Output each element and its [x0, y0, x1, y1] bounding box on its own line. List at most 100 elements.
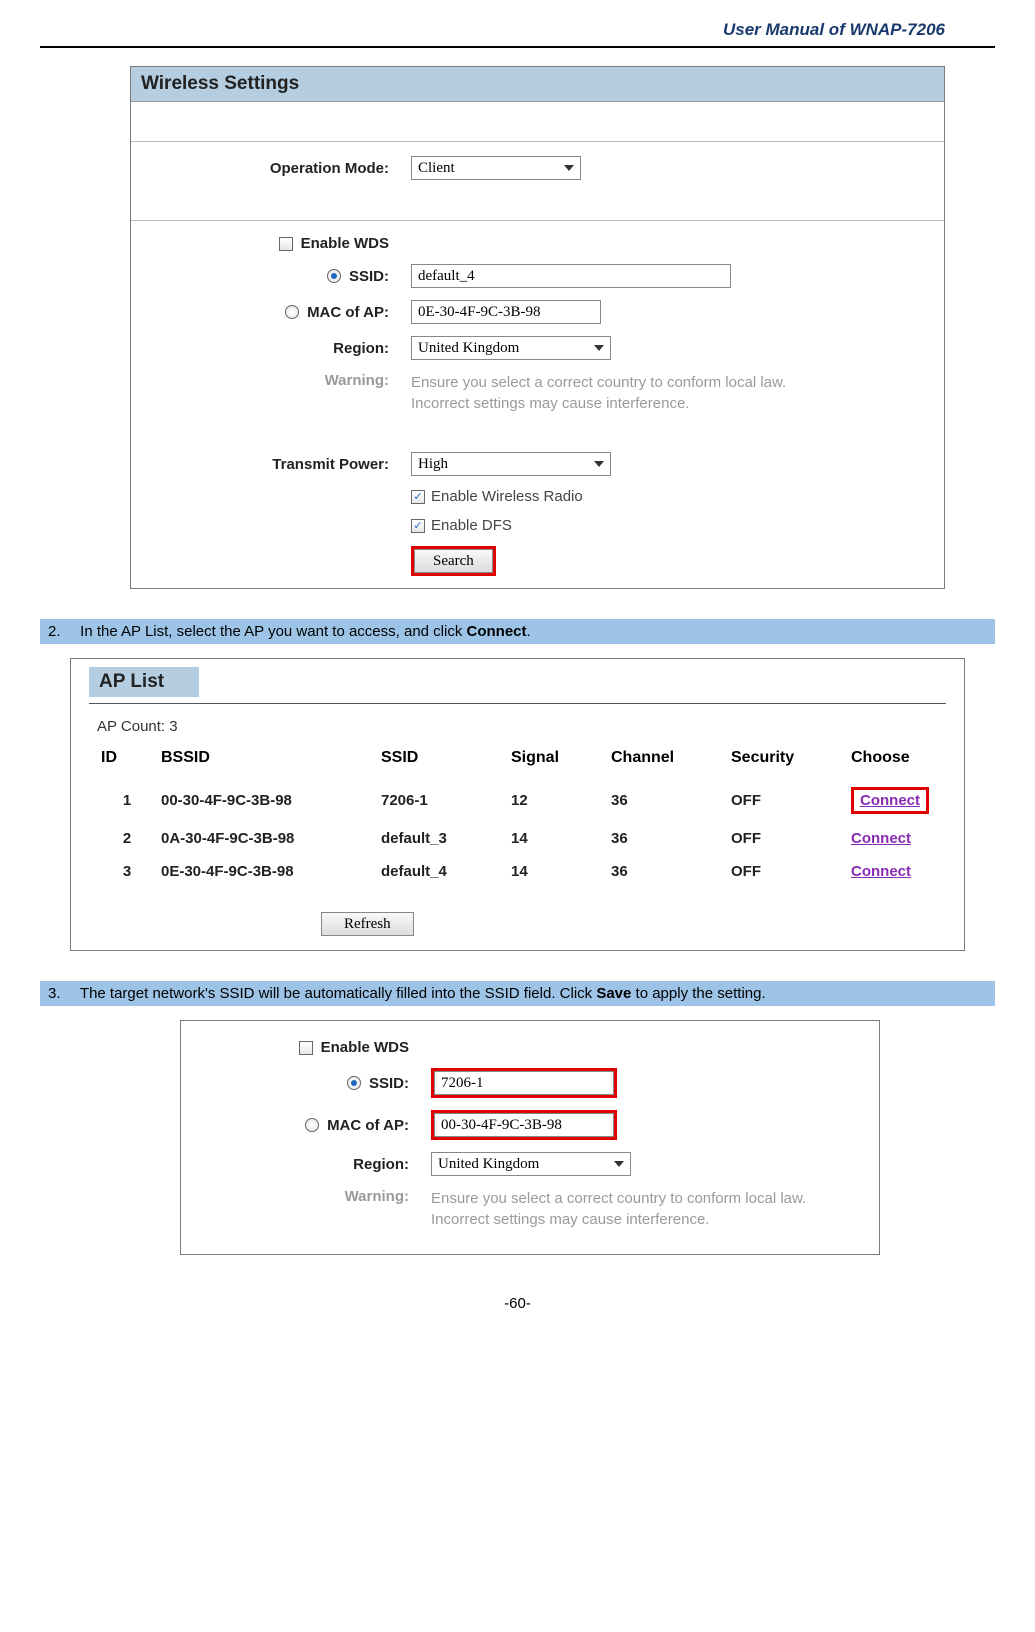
enable-wds-label-2: Enable WDS	[321, 1039, 409, 1056]
wireless-settings-panel: Wireless Settings Operation Mode: Client…	[130, 66, 945, 589]
connect-link[interactable]: Connect	[851, 863, 911, 880]
col-security: Security	[727, 743, 847, 779]
table-cell-choose: Connect	[847, 855, 938, 888]
connect-link[interactable]: Connect	[860, 792, 920, 809]
mac-radio-2[interactable]	[305, 1118, 319, 1132]
connect-highlight: Connect	[851, 787, 929, 814]
transmit-power-select[interactable]: High	[411, 452, 611, 476]
transmit-power-label: Transmit Power:	[131, 456, 411, 473]
table-cell: OFF	[727, 822, 847, 855]
filled-ssid-panel: Enable WDS SSID: 7206-1 MAC of AP:	[180, 1020, 880, 1255]
table-cell: OFF	[727, 855, 847, 888]
table-cell: 1	[97, 779, 157, 822]
mac-value: 0E-30-4F-9C-3B-98	[418, 304, 541, 321]
ap-table: ID BSSID SSID Signal Channel Security Ch…	[97, 743, 938, 888]
spacer	[131, 102, 944, 142]
region-value: United Kingdom	[418, 340, 519, 357]
table-cell: default_4	[377, 855, 507, 888]
warning-label: Warning:	[131, 372, 411, 389]
chevron-down-icon	[564, 165, 574, 171]
ssid-highlight: 7206-1	[431, 1068, 617, 1098]
table-row: 20A-30-4F-9C-3B-98default_31436OFFConnec…	[97, 822, 938, 855]
col-bssid: BSSID	[157, 743, 377, 779]
mac-label-2: MAC of AP:	[327, 1117, 409, 1134]
operation-mode-select[interactable]: Client	[411, 156, 581, 180]
operation-mode-label: Operation Mode:	[131, 160, 411, 177]
col-ssid: SSID	[377, 743, 507, 779]
ap-count: AP Count: 3	[97, 718, 938, 735]
warning-label-2: Warning:	[181, 1188, 431, 1205]
col-signal: Signal	[507, 743, 607, 779]
enable-dfs-label: Enable DFS	[431, 517, 512, 534]
table-row: 30E-30-4F-9C-3B-98default_41436OFFConnec…	[97, 855, 938, 888]
table-cell: 3	[97, 855, 157, 888]
panel-title: Wireless Settings	[131, 67, 944, 102]
table-cell: OFF	[727, 779, 847, 822]
col-id: ID	[97, 743, 157, 779]
ssid-input-2[interactable]: 7206-1	[434, 1071, 614, 1095]
ssid-value: default_4	[418, 268, 475, 285]
region-select[interactable]: United Kingdom	[411, 336, 611, 360]
enable-wireless-radio-row: ✓ Enable Wireless Radio	[411, 488, 583, 505]
chevron-down-icon	[594, 461, 604, 467]
transmit-power-value: High	[418, 456, 448, 473]
mac-value-2: 00-30-4F-9C-3B-98	[441, 1117, 562, 1134]
enable-dfs-checkbox[interactable]: ✓	[411, 519, 425, 533]
header-divider	[40, 46, 995, 48]
ssid-input[interactable]: default_4	[411, 264, 731, 288]
document-header: User Manual of WNAP-7206	[40, 20, 995, 46]
region-label-2: Region:	[181, 1156, 431, 1173]
table-cell-choose: Connect	[847, 822, 938, 855]
warning-text-2: Ensure you select a correct country to c…	[431, 1188, 806, 1230]
ssid-radio[interactable]	[327, 269, 341, 283]
table-cell-choose: Connect	[847, 779, 938, 822]
table-cell: 12	[507, 779, 607, 822]
region-select-2[interactable]: United Kingdom	[431, 1152, 631, 1176]
col-choose: Choose	[847, 743, 938, 779]
ap-list-panel: AP List AP Count: 3 ID BSSID SSID Signal…	[70, 658, 965, 951]
enable-wireless-radio-checkbox[interactable]: ✓	[411, 490, 425, 504]
step-2-instruction: 2. In the AP List, select the AP you wan…	[40, 619, 995, 644]
enable-dfs-row: ✓ Enable DFS	[411, 517, 512, 534]
table-cell: 2	[97, 822, 157, 855]
search-button[interactable]: Search	[414, 549, 493, 573]
refresh-button[interactable]: Refresh	[321, 912, 414, 936]
table-cell: 0E-30-4F-9C-3B-98	[157, 855, 377, 888]
ssid-radio-2[interactable]	[347, 1076, 361, 1090]
mac-highlight: 00-30-4F-9C-3B-98	[431, 1110, 617, 1140]
enable-wds-label: Enable WDS	[301, 235, 389, 252]
step-3-instruction: 3. The target network's SSID will be aut…	[40, 981, 995, 1006]
table-cell: 36	[607, 855, 727, 888]
mac-radio[interactable]	[285, 305, 299, 319]
enable-wds-checkbox[interactable]	[279, 237, 293, 251]
region-value-2: United Kingdom	[438, 1156, 539, 1173]
divider	[89, 703, 946, 704]
ssid-value-2: 7206-1	[441, 1075, 484, 1092]
operation-mode-value: Client	[418, 160, 455, 177]
mac-input[interactable]: 0E-30-4F-9C-3B-98	[411, 300, 601, 324]
table-cell: 36	[607, 779, 727, 822]
table-cell: 14	[507, 855, 607, 888]
region-label: Region:	[131, 340, 411, 357]
warning-text: Ensure you select a correct country to c…	[411, 372, 786, 414]
connect-link[interactable]: Connect	[851, 830, 911, 847]
mac-label: MAC of AP:	[307, 304, 389, 321]
table-cell: default_3	[377, 822, 507, 855]
mac-input-2[interactable]: 00-30-4F-9C-3B-98	[434, 1113, 614, 1137]
enable-wds-checkbox-2[interactable]	[299, 1041, 313, 1055]
table-row: 100-30-4F-9C-3B-987206-11236OFF Connect	[97, 779, 938, 822]
table-cell: 0A-30-4F-9C-3B-98	[157, 822, 377, 855]
chevron-down-icon	[614, 1161, 624, 1167]
table-cell: 7206-1	[377, 779, 507, 822]
search-button-highlight: Search	[411, 546, 496, 576]
table-cell: 36	[607, 822, 727, 855]
ssid-label: SSID:	[349, 268, 389, 285]
enable-wireless-radio-label: Enable Wireless Radio	[431, 488, 583, 505]
ssid-label-2: SSID:	[369, 1075, 409, 1092]
table-cell: 14	[507, 822, 607, 855]
chevron-down-icon	[594, 345, 604, 351]
page-number: -60-	[40, 1295, 995, 1312]
ap-list-title: AP List	[89, 667, 199, 697]
col-channel: Channel	[607, 743, 727, 779]
table-cell: 00-30-4F-9C-3B-98	[157, 779, 377, 822]
